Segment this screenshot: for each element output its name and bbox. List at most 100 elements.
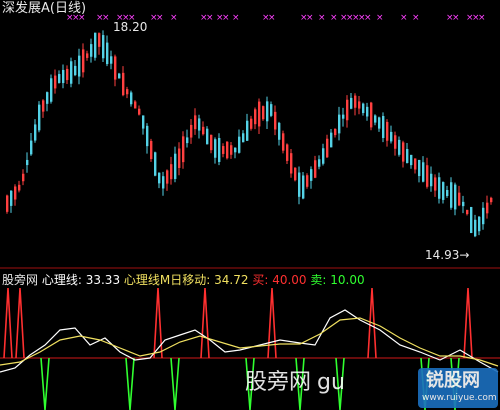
psychology-line — [0, 309, 499, 373]
candle-body — [102, 35, 105, 59]
sell-spike — [170, 357, 180, 410]
candle — [398, 136, 401, 157]
candle — [18, 180, 21, 193]
candle — [326, 134, 329, 159]
candle — [26, 152, 29, 173]
candle — [226, 141, 229, 160]
marker-icon: × — [156, 13, 164, 23]
candle — [190, 118, 193, 144]
candle — [78, 48, 81, 85]
candle — [154, 151, 157, 177]
candle — [402, 140, 405, 168]
candle — [22, 169, 25, 186]
candle — [146, 123, 149, 154]
marker-icon: × — [330, 13, 338, 23]
candle-body — [218, 138, 221, 162]
candle-body — [334, 128, 337, 136]
candle — [406, 142, 409, 164]
candle — [6, 194, 9, 214]
line2-value: 34.72 — [214, 273, 249, 287]
candle-body — [350, 97, 353, 109]
candle — [346, 95, 349, 128]
candle — [314, 155, 317, 179]
candle-body — [42, 100, 45, 112]
candle — [470, 206, 473, 234]
candle — [350, 93, 353, 110]
candle — [90, 38, 93, 63]
candle — [374, 114, 377, 126]
candle — [418, 159, 421, 183]
candle — [330, 128, 333, 148]
candle — [186, 129, 189, 148]
line1-label: 心理线: — [41, 273, 82, 287]
candle-body — [118, 73, 121, 79]
candle — [286, 143, 289, 165]
candle-body — [174, 153, 177, 179]
candle-body — [98, 33, 101, 47]
candle — [334, 128, 337, 138]
candle-body — [238, 136, 241, 153]
price-panel-title: 深发展A(日线) — [2, 2, 86, 16]
candle — [478, 216, 481, 236]
candle — [198, 114, 201, 139]
candle-body — [410, 154, 413, 166]
candle-body — [226, 141, 229, 159]
candle — [134, 100, 137, 109]
candle-body — [438, 177, 441, 199]
candle-body — [126, 89, 129, 95]
candle — [254, 107, 257, 130]
candle-body — [134, 101, 137, 109]
candle — [278, 121, 281, 146]
candle-body — [458, 192, 461, 206]
candle-body — [486, 202, 489, 214]
candle-body — [470, 207, 473, 233]
candle-body — [138, 108, 141, 115]
candle-body — [62, 69, 65, 84]
marker-icon: × — [318, 13, 326, 23]
candle-body — [10, 190, 13, 206]
candle — [322, 143, 325, 166]
candle-body — [318, 159, 321, 167]
candle-body — [234, 147, 237, 153]
candle — [390, 125, 393, 144]
candle-body — [346, 99, 349, 121]
candle-body — [310, 169, 313, 181]
candle — [218, 133, 221, 166]
candle — [62, 64, 65, 89]
candle-body — [146, 125, 149, 147]
watermark-logo-cn: 锐股网 — [426, 370, 480, 391]
marker-icon: × — [222, 13, 230, 23]
candle — [354, 93, 357, 116]
arrow-icon: → — [459, 248, 470, 262]
stock-chart[interactable]: ××× ×× ××× ×× × ×× ×× × ×× ×× × × ××××× × × × ×× ××× — [0, 0, 500, 410]
marker-icon: × — [400, 13, 408, 23]
candle-body — [194, 115, 197, 130]
candle-body — [286, 144, 289, 161]
candle-body — [34, 124, 37, 141]
marker-icon: × — [306, 13, 314, 23]
candle-body — [242, 133, 245, 143]
watermark-text: 股旁网 gu — [245, 370, 345, 395]
candle — [82, 43, 85, 78]
candle-body — [154, 152, 157, 176]
candle-body — [250, 118, 253, 129]
candle-body — [30, 140, 33, 155]
candle-body — [74, 65, 77, 76]
candle — [166, 169, 169, 191]
candle — [70, 57, 73, 88]
candle — [194, 108, 197, 135]
candle-body — [466, 209, 469, 215]
candle-body — [150, 140, 153, 160]
watermark-logo: 锐股网 www.ruiyue.com — [418, 368, 498, 408]
marker-icon: × — [232, 13, 240, 23]
candle — [118, 72, 121, 79]
candle — [142, 115, 145, 135]
candle — [302, 171, 305, 200]
candle — [106, 35, 109, 67]
candle — [242, 130, 245, 143]
candle-body — [342, 114, 345, 119]
candle-body — [214, 139, 217, 158]
candle — [130, 90, 133, 107]
marker-icon: × — [102, 13, 110, 23]
buy-spike — [15, 287, 25, 359]
